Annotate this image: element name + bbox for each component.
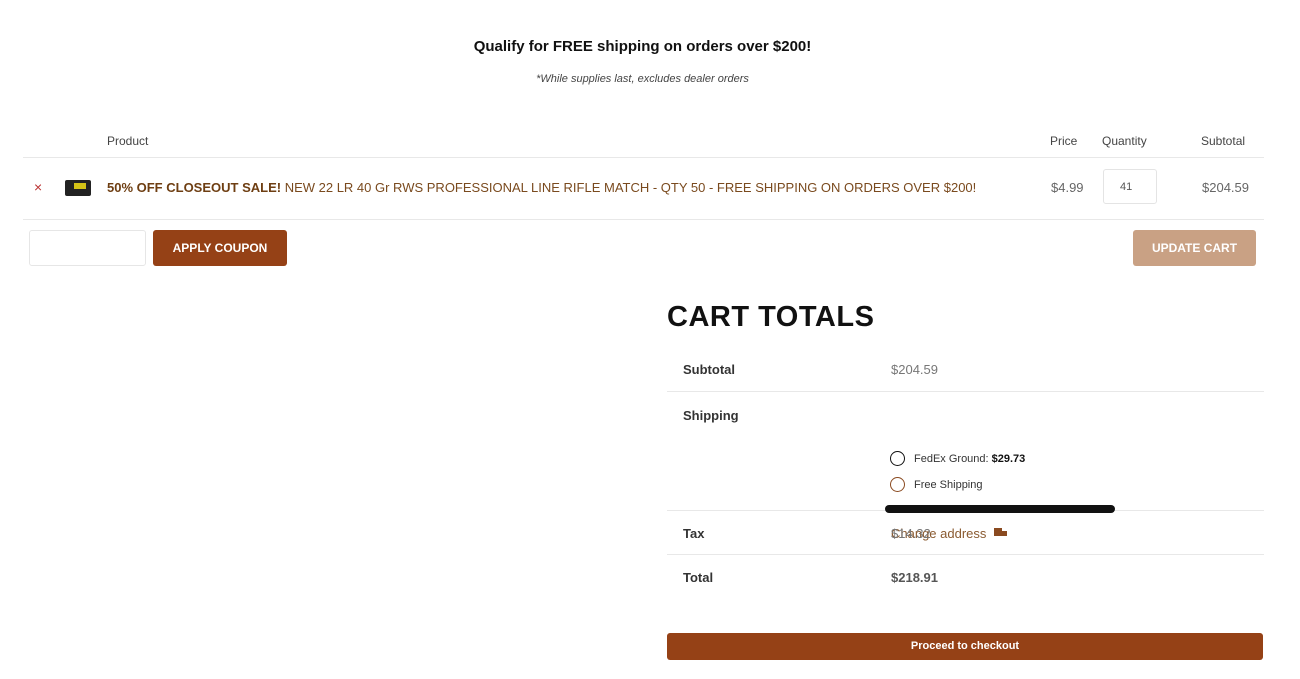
cart-totals-title: CART TOTALS [667,301,875,333]
header-price: Price [1050,134,1078,148]
product-name-link[interactable]: 50% OFF CLOSEOUT SALE! NEW 22 LR 40 Gr R… [107,180,976,195]
free-shipping-label: Free Shipping [914,478,983,491]
tax-value: $14.32 [891,526,931,541]
remove-item-icon[interactable]: × [34,179,42,195]
shipping-option-free[interactable]: Free Shipping [890,477,983,492]
update-cart-button[interactable]: UPDATE CART [1133,230,1256,266]
product-name-text: NEW 22 LR 40 Gr RWS PROFESSIONAL LINE RI… [281,180,977,195]
fedex-label: FedEx Ground: [914,452,989,465]
totals-subtotal-row: Subtotal $204.59 [667,347,1264,392]
product-name-sale: 50% OFF CLOSEOUT SALE! [107,180,282,195]
banner-title: Qualify for FREE shipping on orders over… [473,38,812,55]
header-product: Product [107,134,149,148]
totals-tax-row: Tax $14.32 [667,511,1264,555]
coupon-input[interactable] [29,230,146,266]
radio-fedex[interactable] [890,451,905,466]
banner-note: *While supplies last, excludes dealer or… [536,73,749,85]
radio-free-shipping[interactable] [890,477,905,492]
product-thumbnail[interactable] [65,180,91,196]
subtotal-label: Subtotal [683,362,735,377]
total-label: Total [683,570,714,585]
fedex-price: $29.73 [991,452,1026,465]
shipping-label: Shipping [683,408,739,423]
cart-table: Product Price Quantity Subtotal × 50% OF… [23,128,1264,220]
header-quantity: Quantity [1102,134,1147,148]
quantity-input[interactable] [1103,169,1157,204]
item-price: $4.99 [1051,180,1084,195]
header-subtotal: Subtotal [1201,134,1246,148]
apply-coupon-button[interactable]: APPLY COUPON [153,230,287,266]
subtotal-value: $204.59 [891,362,938,377]
shipping-option-fedex[interactable]: FedEx Ground: $29.73 [890,451,1025,466]
totals-total-row: Total $218.91 [667,555,1264,599]
total-value: $218.91 [891,570,938,585]
tax-label: Tax [683,526,705,541]
cart-table-header: Product Price Quantity Subtotal [23,128,1264,158]
table-row: × 50% OFF CLOSEOUT SALE! NEW 22 LR 40 Gr… [23,158,1264,220]
item-subtotal: $204.59 [1202,180,1249,195]
totals-shipping-row: Shipping FedEx Ground: $29.73 Free Shipp… [667,392,1264,541]
cart-totals-table: Subtotal $204.59 Shipping FedEx Ground: … [667,347,1264,599]
proceed-to-checkout-button[interactable]: Proceed to checkout [667,633,1263,660]
